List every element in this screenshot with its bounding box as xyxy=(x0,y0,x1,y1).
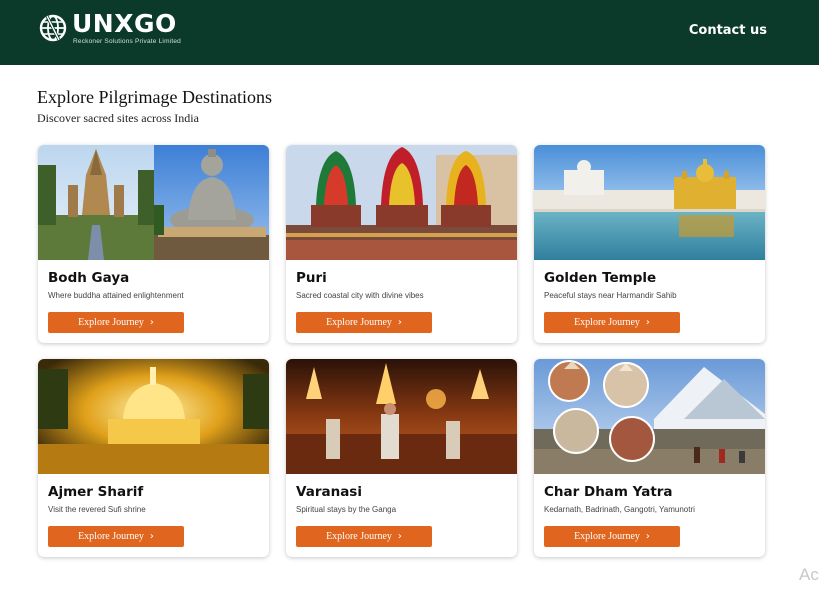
destination-card-char-dham-yatra[interactable]: Char Dham Yatra Kedarnath, Badrinath, Ga… xyxy=(534,359,765,557)
destination-card-golden-temple[interactable]: Golden Temple Peaceful stays near Harman… xyxy=(534,145,765,343)
explore-journey-button[interactable]: Explore Journey › xyxy=(296,312,432,333)
golden-temple-image xyxy=(534,145,765,260)
contact-us-link[interactable]: Contact us xyxy=(689,23,767,38)
chevron-right-icon: › xyxy=(397,317,402,328)
site-header: UNXGO Reckoner Solutions Private Limited… xyxy=(0,0,819,65)
destination-card-puri[interactable]: Puri Sacred coastal city with divine vib… xyxy=(286,145,517,343)
varanasi-image xyxy=(286,359,517,474)
card-title: Bodh Gaya xyxy=(48,270,130,286)
page-title: Explore Pilgrimage Destinations xyxy=(37,87,272,107)
logo-subtitle: Reckoner Solutions Private Limited xyxy=(73,38,181,45)
card-description: Peaceful stays near Harmandir Sahib xyxy=(544,291,677,300)
button-label: Explore Journey xyxy=(574,531,640,542)
chevron-right-icon: › xyxy=(397,531,402,542)
logo[interactable]: UNXGO Reckoner Solutions Private Limited xyxy=(38,10,181,58)
destination-card-ajmer-sharif[interactable]: Ajmer Sharif Visit the revered Sufi shri… xyxy=(38,359,269,557)
card-title: Golden Temple xyxy=(544,270,657,286)
card-title: Puri xyxy=(296,270,327,286)
page-subtitle: Discover sacred sites across India xyxy=(37,111,199,125)
button-label: Explore Journey xyxy=(326,317,392,328)
card-title: Varanasi xyxy=(296,484,362,500)
card-description: Sacred coastal city with divine vibes xyxy=(296,291,424,300)
char-dham-yatra-image xyxy=(534,359,765,474)
corner-partial-text: Ac xyxy=(799,565,819,584)
explore-journey-button[interactable]: Explore Journey › xyxy=(48,312,184,333)
ajmer-sharif-image xyxy=(38,359,269,474)
explore-journey-button[interactable]: Explore Journey › xyxy=(544,526,680,547)
chevron-right-icon: › xyxy=(645,317,650,328)
globe-icon xyxy=(39,14,67,42)
logo-text: UNXGO xyxy=(72,9,177,38)
destination-card-varanasi[interactable]: Varanasi Spiritual stays by the Ganga Ex… xyxy=(286,359,517,557)
button-label: Explore Journey xyxy=(78,531,144,542)
card-description: Visit the revered Sufi shrine xyxy=(48,505,146,514)
bodh-gaya-image xyxy=(38,145,269,260)
destination-card-bodh-gaya[interactable]: Bodh Gaya Where buddha attained enlighte… xyxy=(38,145,269,343)
chevron-right-icon: › xyxy=(149,317,154,328)
card-title: Char Dham Yatra xyxy=(544,484,673,500)
explore-journey-button[interactable]: Explore Journey › xyxy=(544,312,680,333)
chevron-right-icon: › xyxy=(645,531,650,542)
chevron-right-icon: › xyxy=(149,531,154,542)
button-label: Explore Journey xyxy=(78,317,144,328)
card-description: Kedarnath, Badrinath, Gangotri, Yamunotr… xyxy=(544,505,695,514)
card-description: Spiritual stays by the Ganga xyxy=(296,505,397,514)
explore-journey-button[interactable]: Explore Journey › xyxy=(48,526,184,547)
button-label: Explore Journey xyxy=(574,317,640,328)
explore-journey-button[interactable]: Explore Journey › xyxy=(296,526,432,547)
puri-image xyxy=(286,145,517,260)
card-description: Where buddha attained enlightenment xyxy=(48,291,184,300)
button-label: Explore Journey xyxy=(326,531,392,542)
card-title: Ajmer Sharif xyxy=(48,484,144,500)
